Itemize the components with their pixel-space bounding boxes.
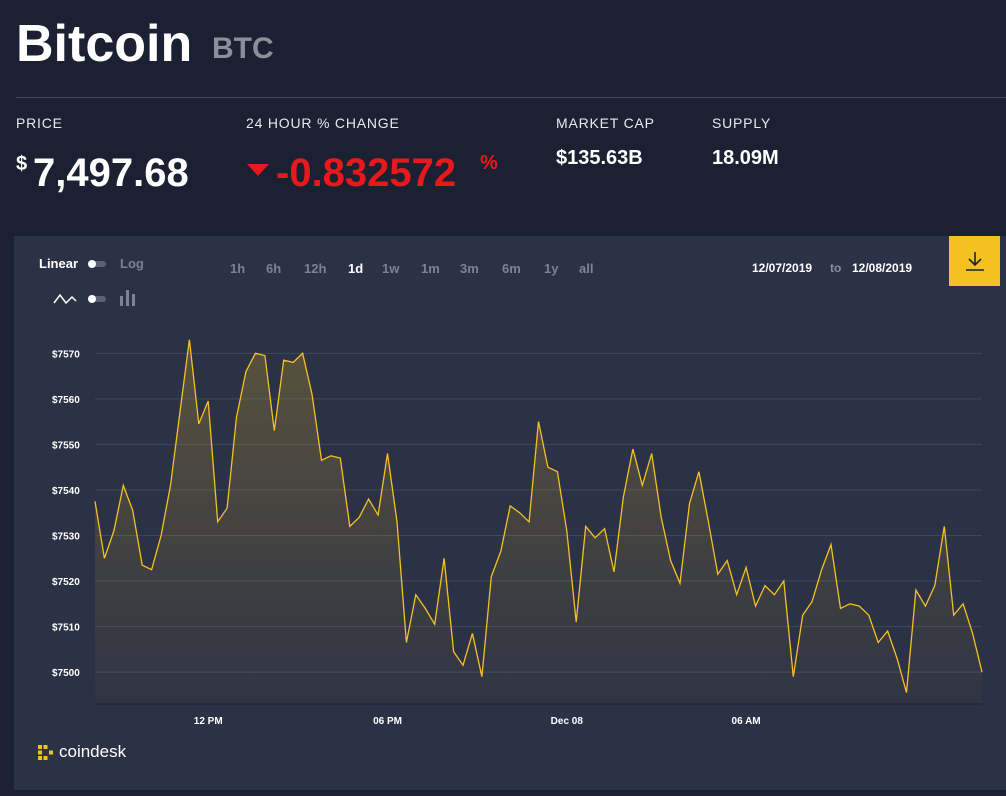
change-value: -0.832572 [276,151,457,195]
market-cap-label: MARKET CAP [556,115,655,131]
down-arrow-icon [247,164,269,176]
y-tick-label: $7520 [52,577,80,588]
price-chart[interactable]: $7500 $7510 $7520 $7530 $7540 $7550 $7560 $7570… [14,236,1006,790]
y-tick-label: $7510 [52,623,80,634]
price-area [95,339,982,704]
coindesk-logo: coindesk [38,742,126,762]
coin-ticker: BTC [212,32,274,65]
y-tick-label: $7530 [52,531,80,542]
y-tick-label: $7550 [52,440,80,451]
x-tick-label: 06 PM [373,716,402,727]
price-currency-symbol: $ [16,153,28,175]
brand-name: coindesk [59,742,127,761]
y-tick-label: $7560 [52,395,80,406]
y-tick-label: $7540 [52,486,80,497]
coin-name: Bitcoin [16,15,193,73]
market-cap-value: $135.63B [556,147,643,169]
chart-panel: Linear Log 1h 6h 12h 1d 1w 1m 3m 6m 1y a… [14,236,1006,790]
x-tick-label: 12 PM [194,716,223,727]
supply-label: SUPPLY [712,115,772,131]
price-value: 7,497.68 [33,151,189,195]
x-tick-label: 06 AM [732,716,761,727]
bottom-strip [0,790,1006,796]
y-tick-label: $7500 [52,668,80,679]
x-tick-label: Dec 08 [551,716,584,727]
change-percent-sign: % [480,152,498,174]
change-label: 24 HOUR % CHANGE [246,115,400,131]
supply-value: 18.09M [712,147,779,169]
header-divider [16,97,1006,98]
y-tick-label: $7570 [52,349,80,360]
coindesk-logo-icon [38,744,53,760]
price-label: PRICE [16,115,63,131]
